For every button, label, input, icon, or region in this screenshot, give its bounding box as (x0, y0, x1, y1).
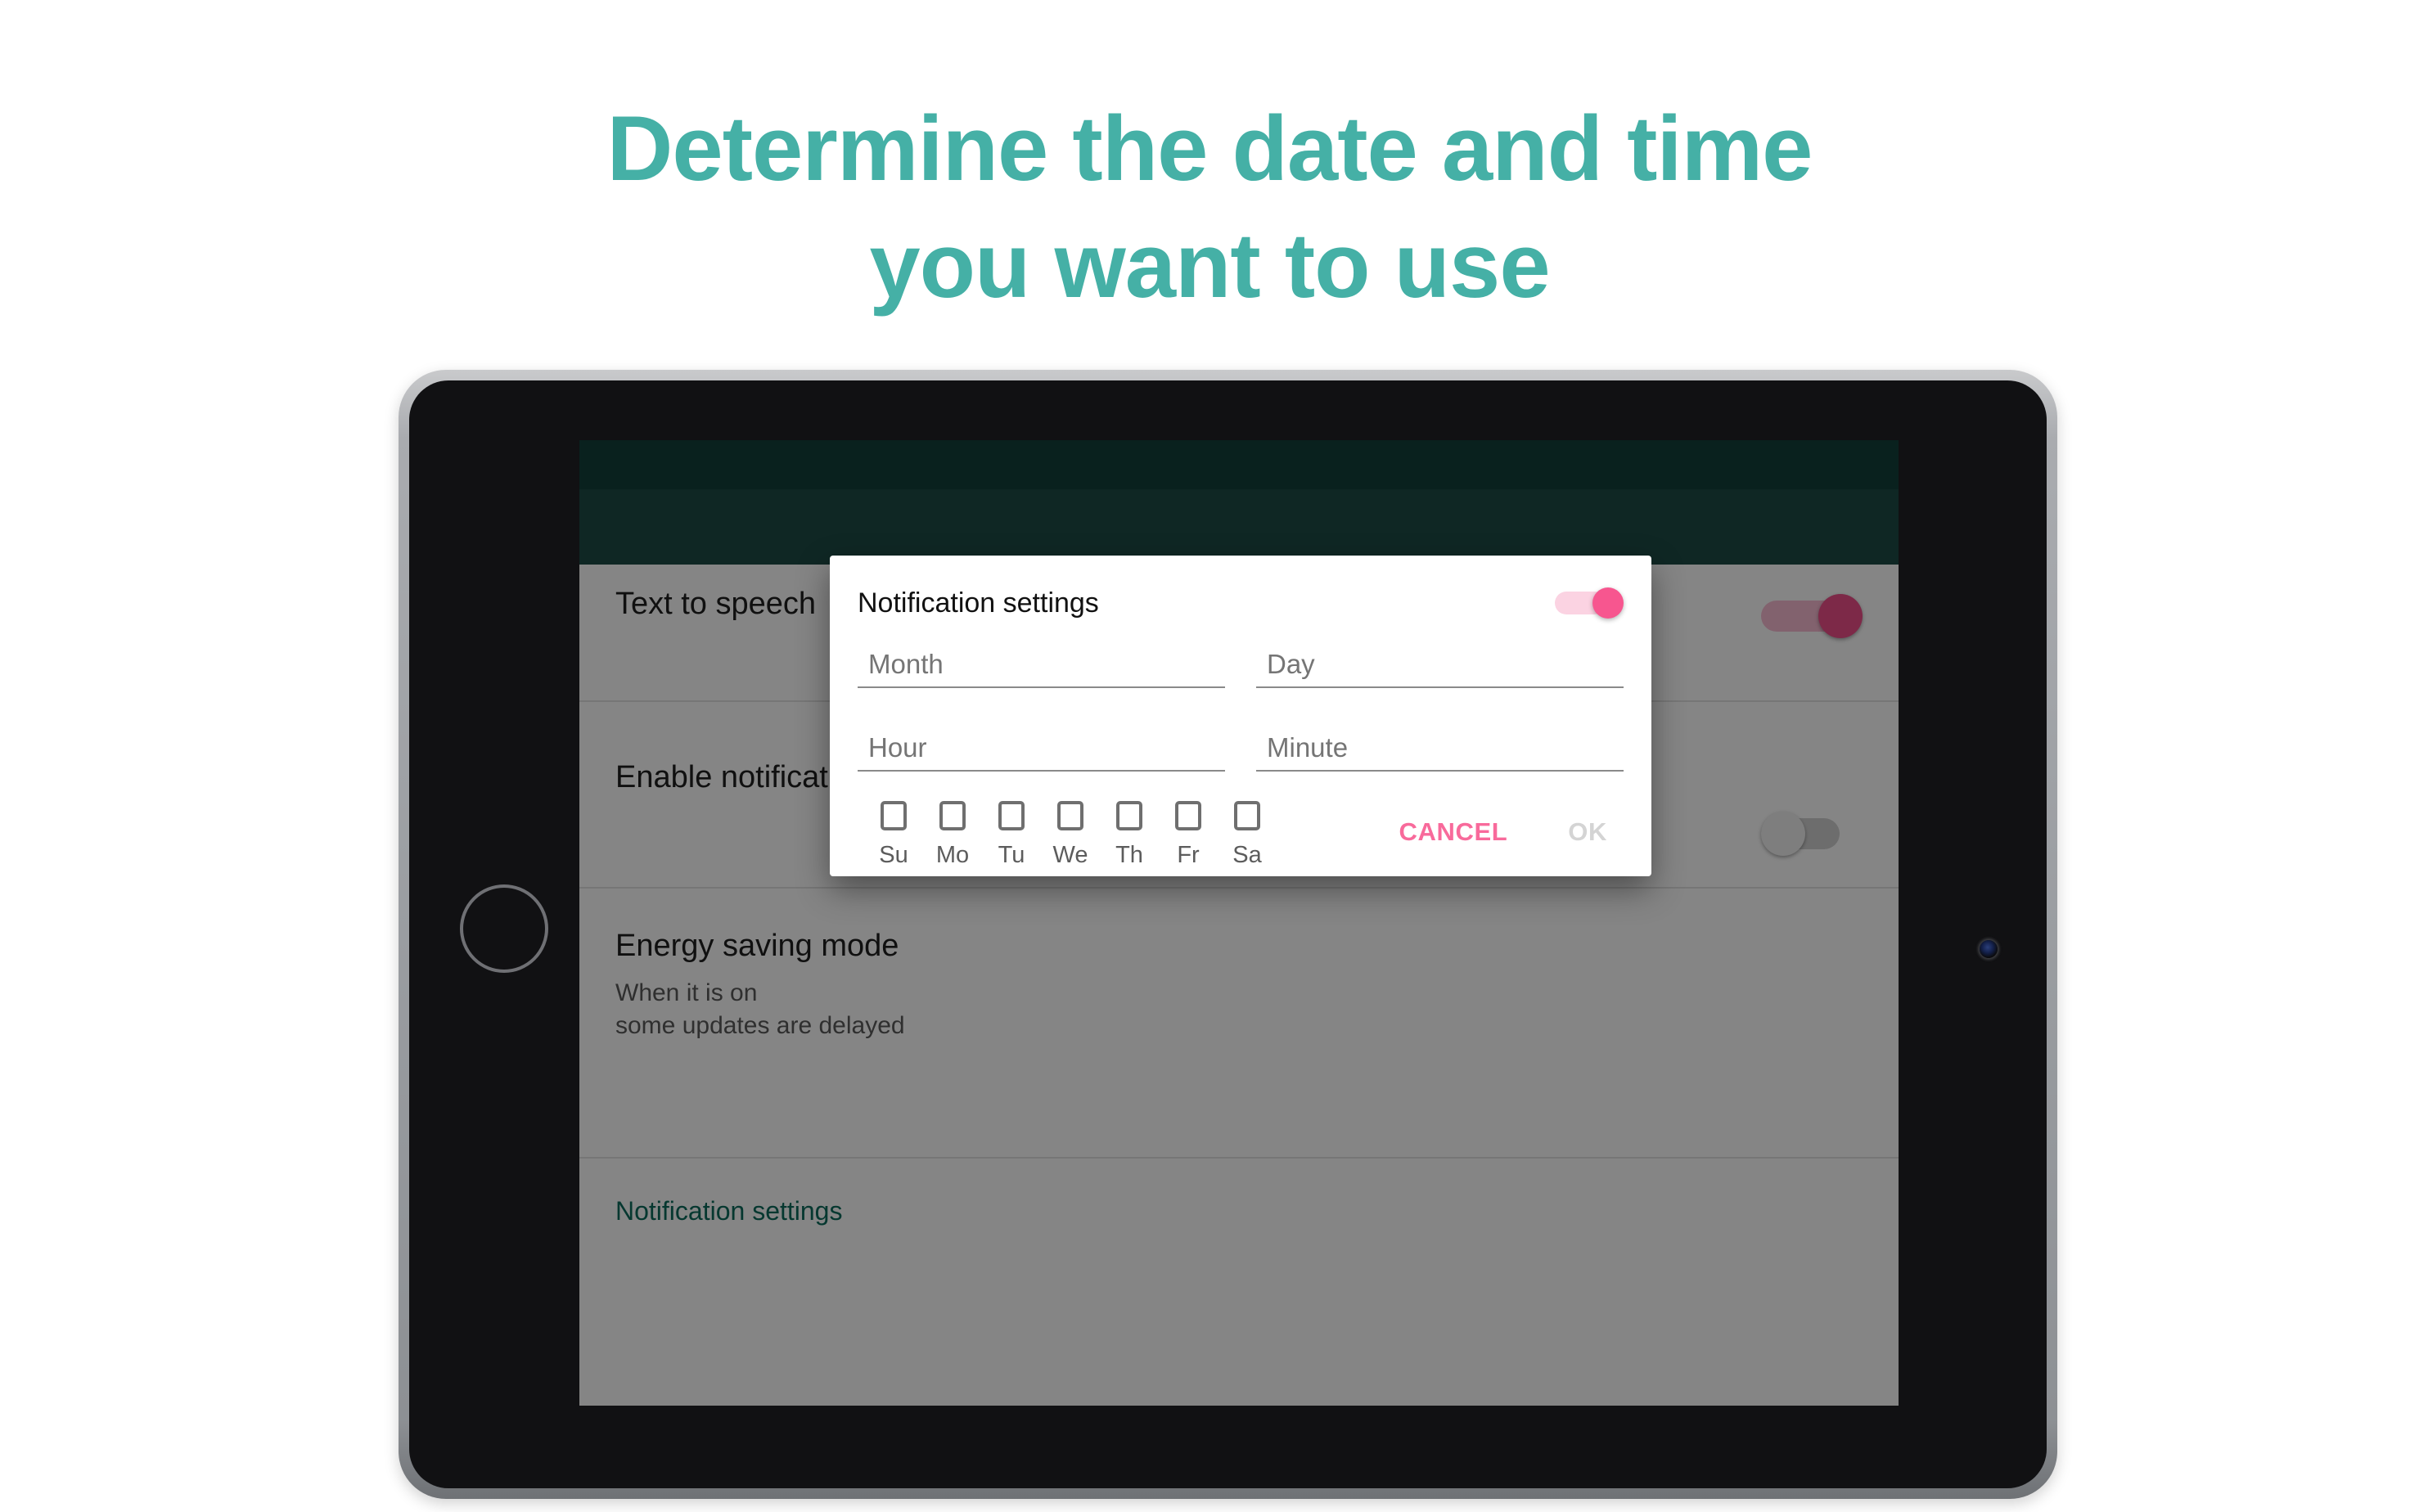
weekday-th[interactable]: Th (1100, 801, 1159, 867)
front-camera-icon (1980, 940, 1998, 958)
notification-settings-dialog: Notification settings Month Day Hour Min… (830, 556, 1651, 876)
dialog-header: Notification settings (858, 578, 1624, 628)
weekday-tu[interactable]: Tu (982, 801, 1041, 867)
page-headline: Determine the date and time you want to … (606, 97, 1813, 317)
checkbox-unchecked-icon[interactable] (881, 801, 907, 830)
notification-enabled-toggle[interactable] (1555, 587, 1624, 619)
tablet-bezel: Text to speech Enable notifications Ener… (409, 380, 2047, 1488)
day-field[interactable] (1256, 642, 1624, 688)
weekday-label: Fr (1177, 842, 1200, 868)
date-time-fields (858, 642, 1624, 809)
checkbox-unchecked-icon[interactable] (998, 801, 1025, 830)
ok-button: OK (1552, 806, 1624, 858)
screenshot-canvas: Determine the date and time you want to … (0, 0, 2419, 1512)
weekday-label: Th (1115, 842, 1143, 868)
hour-field[interactable] (858, 726, 1225, 772)
checkbox-unchecked-icon[interactable] (1175, 801, 1201, 830)
weekday-we[interactable]: We (1041, 801, 1100, 867)
minute-field[interactable] (1256, 726, 1624, 772)
cancel-button[interactable]: CANCEL (1383, 806, 1525, 858)
checkbox-unchecked-icon[interactable] (939, 801, 966, 830)
checkbox-unchecked-icon[interactable] (1234, 801, 1260, 830)
weekday-su[interactable]: Su (864, 801, 923, 867)
month-input[interactable] (858, 642, 1225, 686)
weekday-label: Su (879, 842, 908, 868)
toggle-thumb (1592, 587, 1624, 619)
home-button-icon[interactable] (460, 884, 548, 973)
weekday-label: Mo (935, 842, 970, 868)
time-field-row (858, 726, 1624, 772)
month-field[interactable] (858, 642, 1225, 688)
checkbox-unchecked-icon[interactable] (1057, 801, 1083, 830)
weekday-selector: Su Mo Tu We Th Fr Sa (864, 801, 1277, 867)
tablet-device: Text to speech Enable notifications Ener… (399, 370, 2057, 1499)
hour-input[interactable] (858, 726, 1225, 770)
checkbox-unchecked-icon[interactable] (1116, 801, 1142, 830)
dialog-title: Notification settings (858, 587, 1099, 619)
date-field-row (858, 642, 1624, 688)
tablet-screen: Text to speech Enable notifications Ener… (579, 440, 1899, 1406)
weekday-label: We (1052, 842, 1088, 868)
weekday-label: Sa (1232, 842, 1262, 868)
weekday-mo[interactable]: Mo (923, 801, 982, 867)
weekday-fr[interactable]: Fr (1159, 801, 1218, 867)
day-input[interactable] (1256, 642, 1624, 686)
minute-input[interactable] (1256, 726, 1624, 770)
weekday-sa[interactable]: Sa (1218, 801, 1277, 867)
dialog-actions: CANCEL OK (1383, 806, 1624, 858)
weekday-label: Tu (998, 842, 1025, 868)
